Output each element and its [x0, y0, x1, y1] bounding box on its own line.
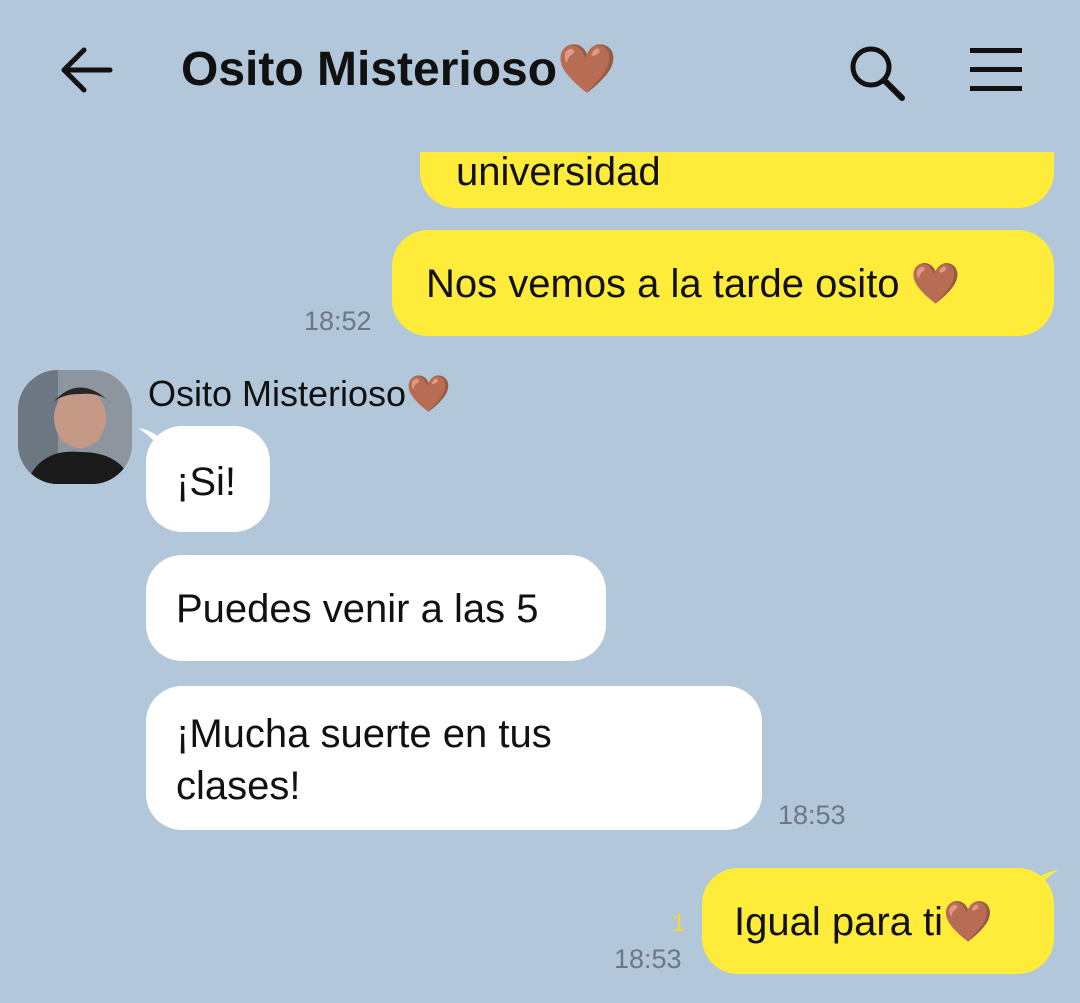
arrow-left-icon	[61, 47, 113, 93]
their-message-bubble[interactable]: ¡Si!	[146, 426, 270, 532]
message-text-line: ¡Mucha suerte en tus	[176, 712, 552, 756]
chat-title: Osito Misterioso🤎	[181, 43, 617, 96]
contact-avatar[interactable]	[18, 370, 132, 484]
back-button[interactable]	[54, 40, 120, 100]
message-text: Igual para ti🤎	[734, 900, 993, 944]
message-time: 18:52	[304, 306, 372, 336]
their-message-bubble[interactable]: Puedes venir a las 5	[146, 555, 606, 661]
message-time: 18:53	[778, 800, 846, 830]
my-message-bubble[interactable]: Nos vemos a la tarde osito 🤎	[392, 230, 1054, 336]
hamburger-menu-icon	[970, 48, 1022, 91]
sender-name: Osito Misterioso🤎	[148, 373, 451, 414]
message-text-line: clases!	[176, 764, 301, 808]
chat-header: Osito Misterioso🤎	[0, 0, 1080, 140]
message-text: universidad	[456, 150, 661, 194]
message-text: ¡Si!	[176, 460, 236, 504]
menu-button[interactable]	[964, 40, 1028, 100]
my-message-bubble[interactable]: Igual para ti🤎	[702, 868, 1054, 974]
message-time: 18:53	[614, 944, 682, 974]
search-icon	[850, 46, 905, 101]
message-text: Puedes venir a las 5	[176, 587, 539, 631]
their-message-bubble[interactable]: ¡Mucha suerte en tus clases!	[146, 686, 762, 830]
unread-count: 1	[672, 910, 686, 937]
person-photo-icon	[18, 370, 132, 484]
message-text: Nos vemos a la tarde osito 🤎	[426, 262, 961, 306]
search-button[interactable]	[844, 40, 908, 104]
